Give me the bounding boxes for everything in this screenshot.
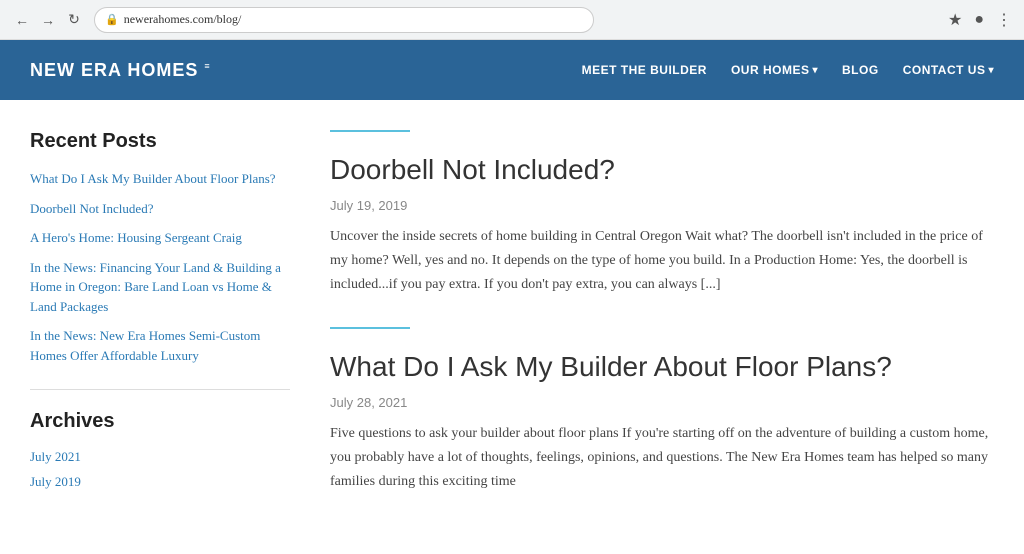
site-header: NEW ERA HOMES ≡ MEET THE BUILDER OUR HOM… [0,40,1024,100]
browser-actions: ★ ● ⋮ [948,10,1012,30]
recent-post-link-3[interactable]: A Hero's Home: Housing Sergeant Craig [30,228,290,248]
nav-meet-the-builder[interactable]: MEET THE BUILDER [582,63,707,77]
address-bar[interactable]: 🔒 newerahomes.com/blog/ [94,7,594,33]
post-title-1: Doorbell Not Included? [330,152,994,188]
archives-title: Archives [30,410,290,433]
profile-button[interactable]: ● [974,11,984,29]
post-title-link-1[interactable]: Doorbell Not Included? [330,154,615,185]
post-excerpt-1: Uncover the inside secrets of home build… [330,225,994,296]
back-button[interactable]: ← [12,10,32,30]
site-nav: MEET THE BUILDER OUR HOMES BLOG CONTACT … [582,63,994,77]
list-item: July 2019 [30,474,290,491]
post-separator-1 [330,130,410,132]
list-item: In the News: New Era Homes Semi-Custom H… [30,326,290,365]
post-title-2: What Do I Ask My Builder About Floor Pla… [330,349,994,385]
list-item: Doorbell Not Included? [30,199,290,219]
nav-our-homes[interactable]: OUR HOMES [731,63,818,77]
archive-link-2[interactable]: July 2019 [30,474,81,489]
post-date-1: July 19, 2019 [330,198,994,213]
forward-button[interactable]: → [38,10,58,30]
nav-blog[interactable]: BLOG [842,63,879,77]
sidebar-divider [30,389,290,390]
post-date-2: July 28, 2021 [330,395,994,410]
post-title-link-2[interactable]: What Do I Ask My Builder About Floor Pla… [330,351,892,382]
list-item: July 2021 [30,449,290,466]
browser-chrome: ← → ↻ 🔒 newerahomes.com/blog/ ★ ● ⋮ [0,0,1024,40]
menu-button[interactable]: ⋮ [996,10,1012,30]
archives-list: July 2021 July 2019 [30,449,290,491]
bookmark-button[interactable]: ★ [948,10,962,30]
blog-content: Doorbell Not Included? July 19, 2019 Unc… [330,130,994,524]
list-item: A Hero's Home: Housing Sergeant Craig [30,228,290,248]
archive-link-1[interactable]: July 2021 [30,449,81,464]
url-text: newerahomes.com/blog/ [124,12,242,27]
list-item: In the News: Financing Your Land & Build… [30,258,290,317]
post-excerpt-2: Five questions to ask your builder about… [330,422,994,493]
post-separator-2 [330,327,410,329]
recent-posts-list: What Do I Ask My Builder About Floor Pla… [30,169,290,365]
recent-posts-title: Recent Posts [30,130,290,153]
recent-post-link-2[interactable]: Doorbell Not Included? [30,199,290,219]
browser-nav-buttons: ← → ↻ [12,10,84,30]
site-logo[interactable]: NEW ERA HOMES ≡ [30,60,211,81]
recent-post-link-5[interactable]: In the News: New Era Homes Semi-Custom H… [30,326,290,365]
recent-post-link-4[interactable]: In the News: Financing Your Land & Build… [30,258,290,317]
recent-post-link-1[interactable]: What Do I Ask My Builder About Floor Pla… [30,169,290,189]
refresh-button[interactable]: ↻ [64,10,84,30]
nav-contact-us[interactable]: CONTACT US [903,63,994,77]
main-container: Recent Posts What Do I Ask My Builder Ab… [0,100,1024,554]
lock-icon: 🔒 [105,13,119,26]
list-item: What Do I Ask My Builder About Floor Pla… [30,169,290,189]
sidebar: Recent Posts What Do I Ask My Builder Ab… [30,130,290,524]
